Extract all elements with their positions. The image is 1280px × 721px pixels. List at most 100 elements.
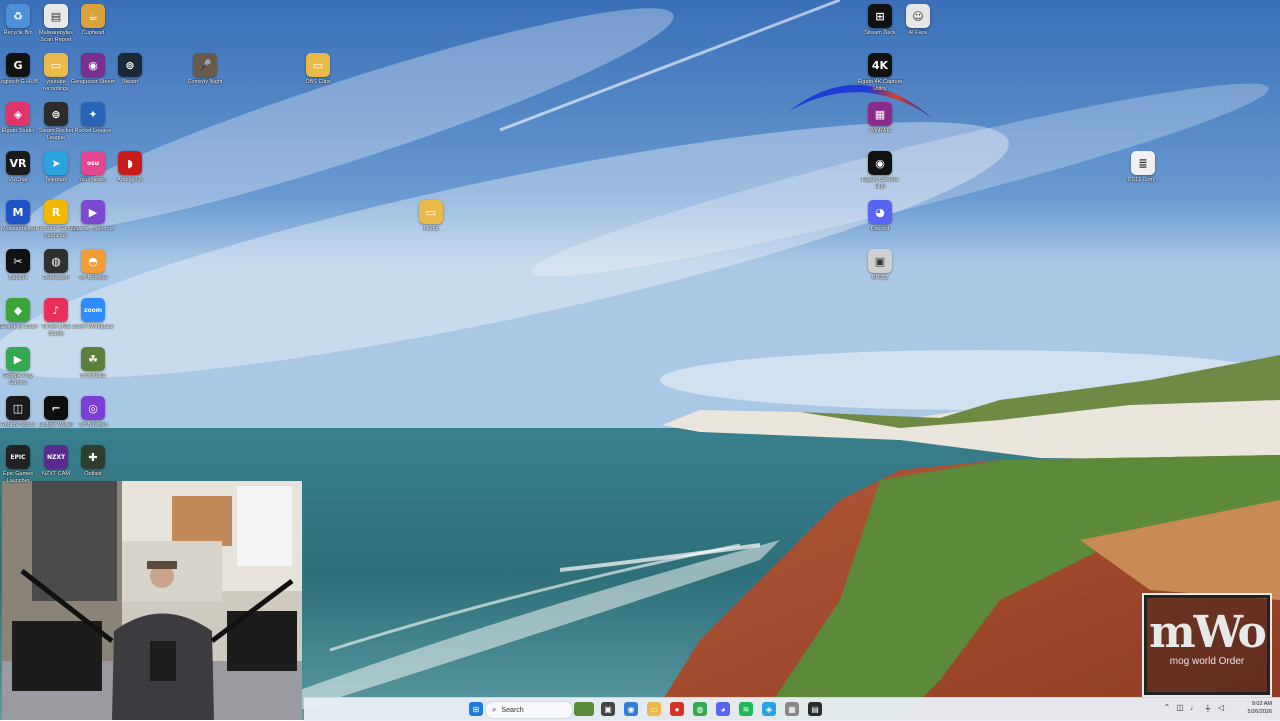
outlast-icon: ✚ [81, 445, 105, 469]
channel-logo-watermark: mWo mog world Order [1142, 593, 1272, 697]
capcut-icon: ✂ [6, 249, 30, 273]
desktop-shortcut-camera-hub[interactable]: ◉ Elgato Camera Hub [857, 151, 903, 190]
system-tray: ⌃ ◫ ♩ ⏚ ◁ [1164, 703, 1224, 714]
desktop-shortcut-label: Videos - Shortcut [71, 226, 115, 232]
steam-icon: ⊚ [118, 53, 142, 77]
desktop-shortcut-label: Elgato Camera Hub [861, 177, 899, 190]
overwatch-icon: ◍ [44, 249, 68, 273]
webcam-overlay [2, 481, 302, 720]
desktop-shortcut-rocket-league[interactable]: ✦ Rocket League [70, 102, 116, 135]
elgato-studio-icon: ◈ [6, 102, 30, 126]
desktop-shortcut-label: DS11 Com... [1127, 177, 1159, 183]
desktop-shortcut-winrar[interactable]: ▦ WinRAR [857, 102, 903, 135]
store-button[interactable]: ◈ [762, 702, 776, 716]
desktop-shortcut-tor-browser[interactable]: ◓ Tor Browser [70, 249, 116, 282]
zoom-icon: zoom [81, 298, 105, 322]
rocket-league-icon: ✦ [81, 102, 105, 126]
osu-icon: osu [81, 151, 105, 175]
desktop-shortcut-label: Elgato 4K Capture Utility [857, 79, 903, 92]
vrchat-icon: VR [6, 151, 30, 175]
document-icon: ▤ [44, 4, 68, 28]
taskbar-search[interactable]: ⌕ Search [485, 701, 573, 719]
desktop-shortcut-label: Among Us [117, 177, 143, 183]
desktop-shortcut-label: Comedy Night [187, 79, 223, 85]
desktop-shortcut-document[interactable]: ≣ DS11 Com... [1120, 151, 1166, 184]
winrar-icon: ▦ [868, 102, 892, 126]
desktop-shortcut-label: Google Play Games [3, 373, 33, 386]
ai-face-icon: ☺ [906, 4, 930, 28]
rockstar-icon: R [44, 200, 68, 224]
clock-date: 5/26/2026 [1247, 709, 1272, 715]
desktop-shortcut-folder[interactable]: ▭ OBS Clips [295, 53, 341, 86]
roblox-icon: ◫ [6, 396, 30, 420]
desktop-shortcut-google-play-games[interactable]: ▶ Google Play Games [0, 347, 41, 386]
usb-icon[interactable]: ⏚ [1204, 703, 1212, 714]
desktop-shortcut-discord[interactable]: ◕ Discord [857, 200, 903, 233]
desktop-shortcut-folder[interactable]: ▭ Media [408, 200, 454, 233]
task-view-button[interactable]: ▣ [601, 702, 615, 716]
document-icon: ≣ [1131, 151, 1155, 175]
videos-icon: ▶ [81, 200, 105, 224]
malwarebytes-icon: M [6, 200, 30, 224]
camera-hub-icon: ◉ [868, 151, 892, 175]
desktop-shortcut-label: CPU-Z [871, 275, 889, 281]
among-us-icon: ◗ [118, 151, 142, 175]
recycle-bin-icon: ♻ [6, 4, 30, 28]
discord-icon: ◕ [868, 200, 892, 224]
chevron-up-icon[interactable]: ⌃ [1164, 703, 1171, 714]
cuphead-icon: ☕ [81, 4, 105, 28]
tiktok-icon: ♪ [44, 298, 68, 322]
desktop-shortcut-label: Discord [870, 226, 890, 232]
search-placeholder: Search [501, 706, 524, 714]
desktop-shortcut-cpu-z[interactable]: ▣ CPU-Z [857, 249, 903, 282]
sound-icon[interactable]: ◁ [1218, 703, 1224, 714]
epic-games-icon: EPIC [6, 445, 30, 469]
start-button[interactable]: ⊞ [469, 702, 483, 716]
calculator-button[interactable]: ▦ [785, 702, 799, 716]
desktop-shortcut-label: Steam [122, 79, 138, 85]
taskbar-clock[interactable]: 9:02 AM 5/26/2026 [1248, 700, 1272, 716]
logitech-icon: G [6, 53, 30, 77]
desktop-shortcut-zoom[interactable]: zoom Zoom Workplace [70, 298, 116, 331]
webcam-feed [2, 481, 302, 720]
desktop-shortcut-label: Zoom Workplace [72, 324, 114, 330]
chrome-button[interactable]: ◍ [693, 702, 707, 716]
file-explorer-button[interactable]: ▭ [647, 702, 661, 716]
nzxt-cam-icon: NZXT [44, 445, 68, 469]
tor-browser-icon: ◓ [81, 249, 105, 273]
desktop-shortcut-steam[interactable]: ⊚ Steam [107, 53, 153, 86]
red-app-button[interactable]: ● [670, 702, 684, 716]
desktop-shortcut-cuphead[interactable]: ☕ Cuphead [70, 4, 116, 37]
network-icon[interactable]: ◫ [1176, 703, 1184, 714]
notes-button[interactable]: ▤ [808, 702, 822, 716]
widgets-button[interactable] [574, 702, 594, 716]
desktop-shortcut-label: Media [423, 226, 439, 232]
desktop-shortcut-videos[interactable]: ▶ Videos - Shortcut [70, 200, 116, 233]
desktop-shortcut-label: Rocket League [74, 128, 112, 134]
desktop-shortcut-microphone[interactable]: 🎤 Comedy Night [182, 53, 228, 86]
desktop-shortcut-label: Outlast [84, 471, 102, 477]
desktop-shortcut-ai-face[interactable]: ☺ AI Face [895, 4, 941, 37]
discord-taskbar-button[interactable]: ◕ [716, 702, 730, 716]
desktop-shortcut-label: OBS Clips [305, 79, 331, 85]
desktop-shortcut-label: Tor Browser [78, 422, 108, 428]
logo-text: mWo [1149, 607, 1267, 658]
tor-browser-icon: ◎ [81, 396, 105, 420]
folder-icon: ▭ [419, 200, 443, 224]
microphone-icon[interactable]: ♩ [1190, 703, 1198, 714]
search-icon: ⌕ [492, 705, 497, 714]
browser-button[interactable]: ◉ [624, 702, 638, 716]
desktop-shortcut-outlast[interactable]: ✚ Outlast [70, 445, 116, 478]
desktop-shortcut-brawlhalla[interactable]: ☘ Brawlhalla [70, 347, 116, 380]
desktop-shortcut-label: WinRAR [869, 128, 891, 134]
desktop-shortcut-label: Tor Browser [78, 275, 108, 281]
brawlhalla-icon: ☘ [81, 347, 105, 371]
spotify-button[interactable]: ≋ [739, 702, 753, 716]
desktop-shortcut-elgato-4k[interactable]: 4K Elgato 4K Capture Utility [857, 53, 903, 92]
desktop-shortcut-tor-browser[interactable]: ◎ Tor Browser [70, 396, 116, 429]
ledger-icon: ⌐ [44, 396, 68, 420]
stream-deck-icon: ⊞ [868, 4, 892, 28]
desktop-shortcut-among-us[interactable]: ◗ Among Us [107, 151, 153, 184]
telegram-icon: ➤ [44, 151, 68, 175]
google-play-games-icon: ▶ [6, 347, 30, 371]
